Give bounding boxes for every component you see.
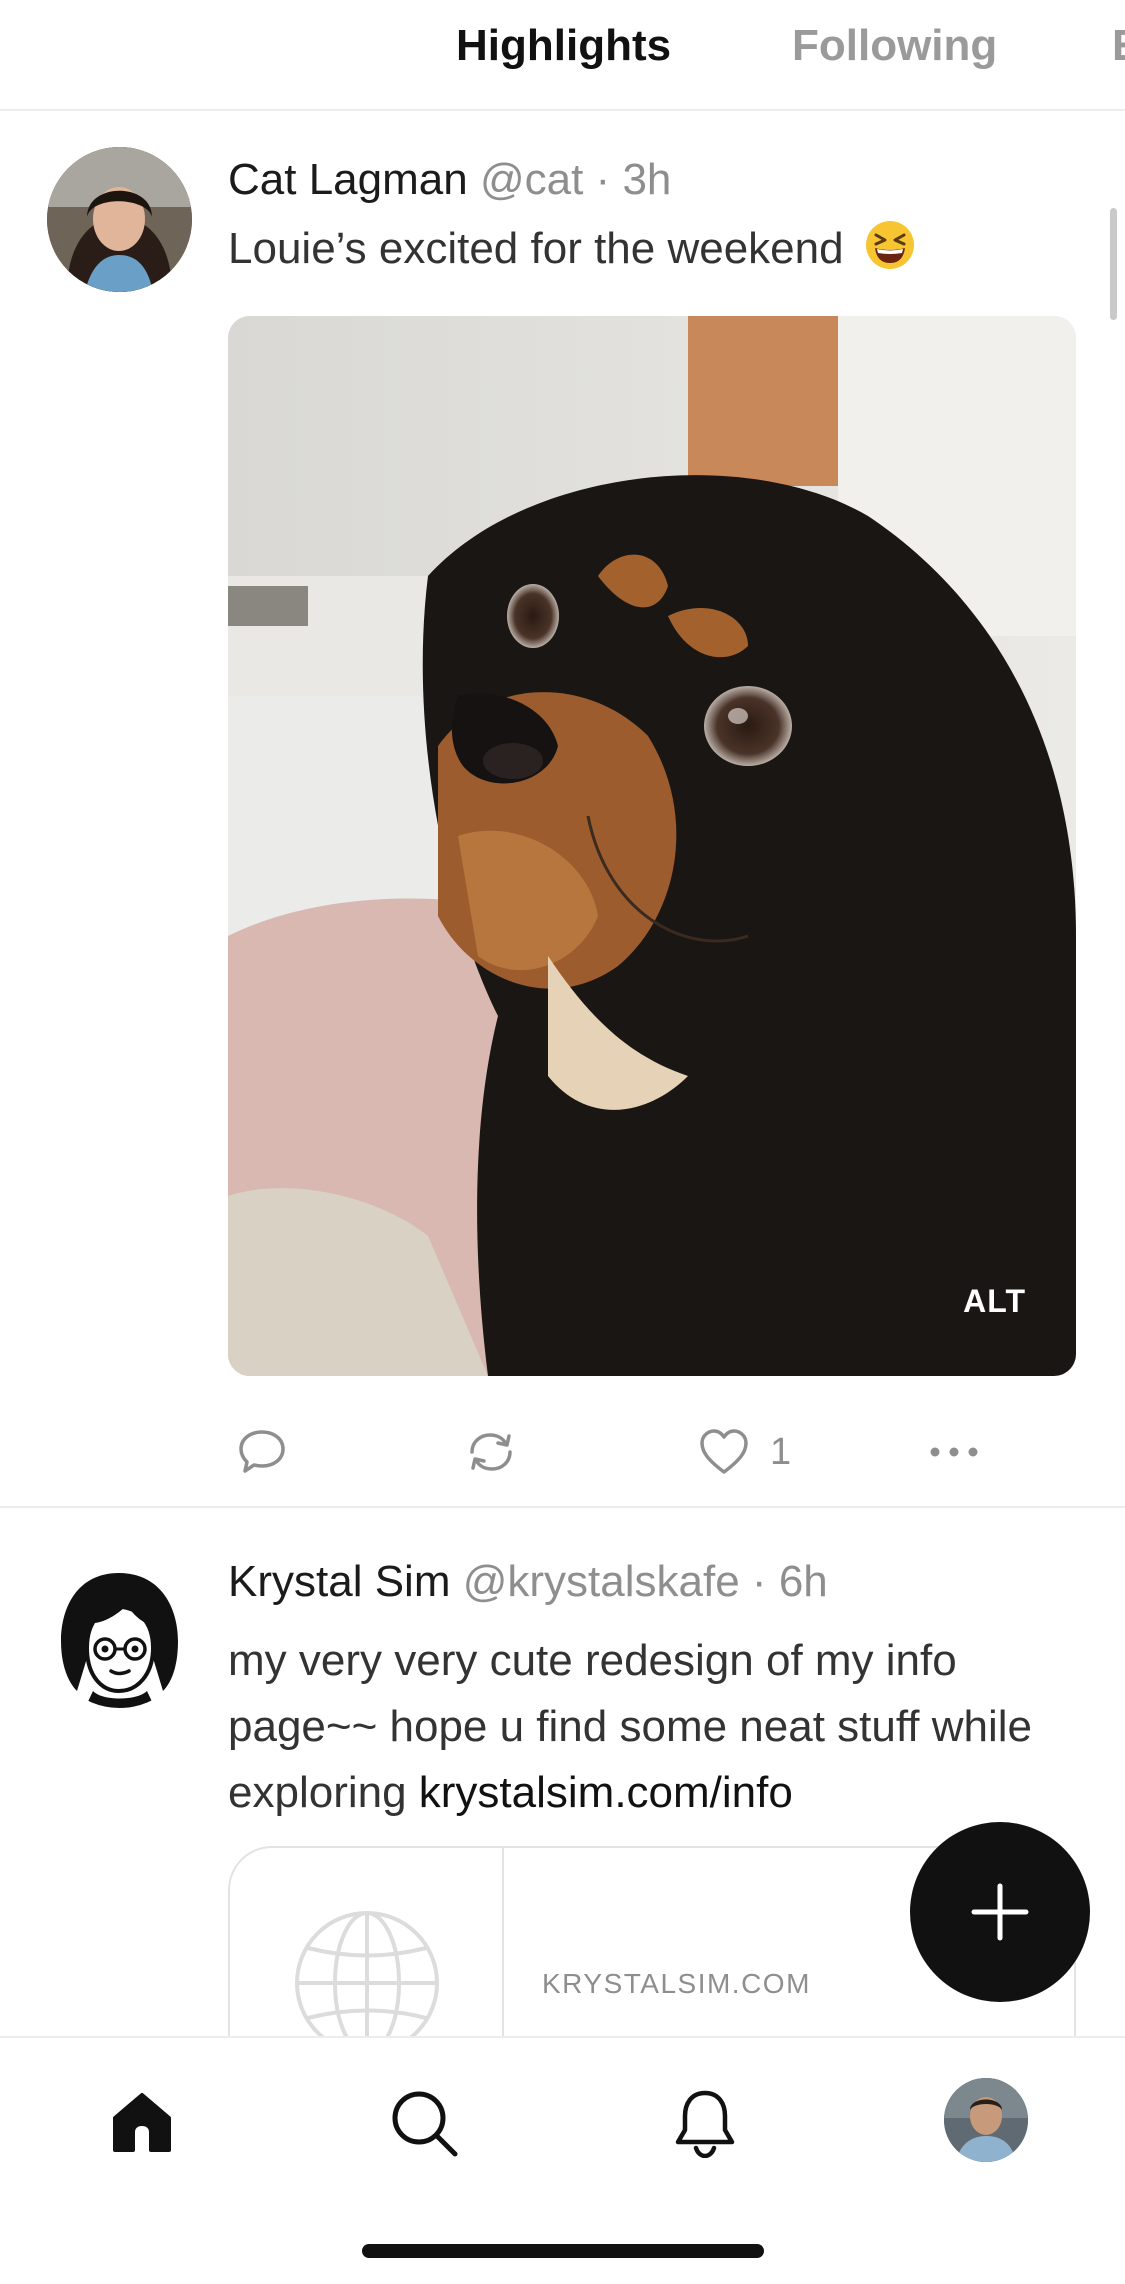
author-name[interactable]: Krystal Sim	[228, 1557, 450, 1606]
avatar-photo-icon	[47, 147, 192, 292]
app-screen: Highlights Following E Cat Lagman @cat ·…	[0, 0, 1125, 2284]
post-text: Louie’s excited for the weekend	[228, 216, 916, 282]
feed-tabs: Highlights Following E	[0, 0, 1125, 111]
separator-dot: ·	[595, 155, 611, 204]
profile-avatar-icon	[944, 2078, 1028, 2162]
repost-button[interactable]	[462, 1412, 520, 1492]
search-icon	[392, 2091, 458, 2157]
home-icon	[113, 2093, 171, 2152]
post-cat-lagman[interactable]: Cat Lagman @cat · 3h Louie’s excited for…	[0, 112, 1125, 1508]
plus-icon	[971, 1883, 1029, 1941]
tab-highlights[interactable]: Highlights	[456, 16, 671, 76]
avatar[interactable]	[47, 147, 192, 292]
repost-icon	[470, 1433, 512, 1471]
post-text: my very very cute redesign of my info pa…	[228, 1628, 1058, 1826]
nav-notifications[interactable]	[660, 2078, 750, 2168]
home-indicator[interactable]	[362, 2244, 764, 2258]
like-button[interactable]: 1	[698, 1412, 791, 1492]
post-time: 3h	[622, 155, 672, 204]
notifications-icon	[675, 2090, 735, 2158]
alt-text-badge[interactable]: ALT	[963, 1283, 1026, 1320]
more-options-button[interactable]	[928, 1412, 980, 1492]
tab-partial-offscreen[interactable]: E	[1112, 16, 1125, 76]
post-time: 6h	[778, 1557, 828, 1606]
author-handle[interactable]: @cat	[480, 155, 583, 204]
grinning-squinting-face-emoji-icon	[865, 221, 914, 269]
nav-search[interactable]	[379, 2078, 469, 2168]
link-domain: KRYSTALSIM.COM	[542, 1968, 811, 1999]
post-text-content: Louie’s excited for the weekend	[228, 224, 844, 273]
post-image[interactable]: ALT	[228, 316, 1076, 1376]
reply-button[interactable]	[236, 1412, 288, 1492]
heart-icon	[700, 1429, 748, 1474]
reply-icon	[239, 1430, 285, 1473]
post-header: Cat Lagman @cat · 3h	[228, 150, 671, 210]
compose-button[interactable]	[910, 1822, 1090, 2002]
post-link[interactable]: krystalsim.com/info	[419, 1768, 793, 1817]
author-name[interactable]: Cat Lagman	[228, 155, 468, 204]
dog-photo-icon	[228, 316, 1076, 1376]
more-dots-icon	[930, 1447, 978, 1457]
post-actions: 1	[228, 1412, 1076, 1492]
separator-dot: ·	[751, 1557, 767, 1606]
nav-profile-avatar[interactable]	[944, 2078, 1028, 2162]
nav-home[interactable]	[97, 2078, 187, 2168]
avatar[interactable]	[47, 1563, 192, 1708]
like-count: 1	[770, 1430, 792, 1473]
tab-following[interactable]: Following	[792, 16, 997, 76]
author-handle[interactable]: @krystalskafe	[463, 1557, 740, 1606]
illustrated-avatar-icon	[47, 1563, 192, 1708]
post-header: Krystal Sim @krystalskafe · 6h	[228, 1552, 828, 1612]
